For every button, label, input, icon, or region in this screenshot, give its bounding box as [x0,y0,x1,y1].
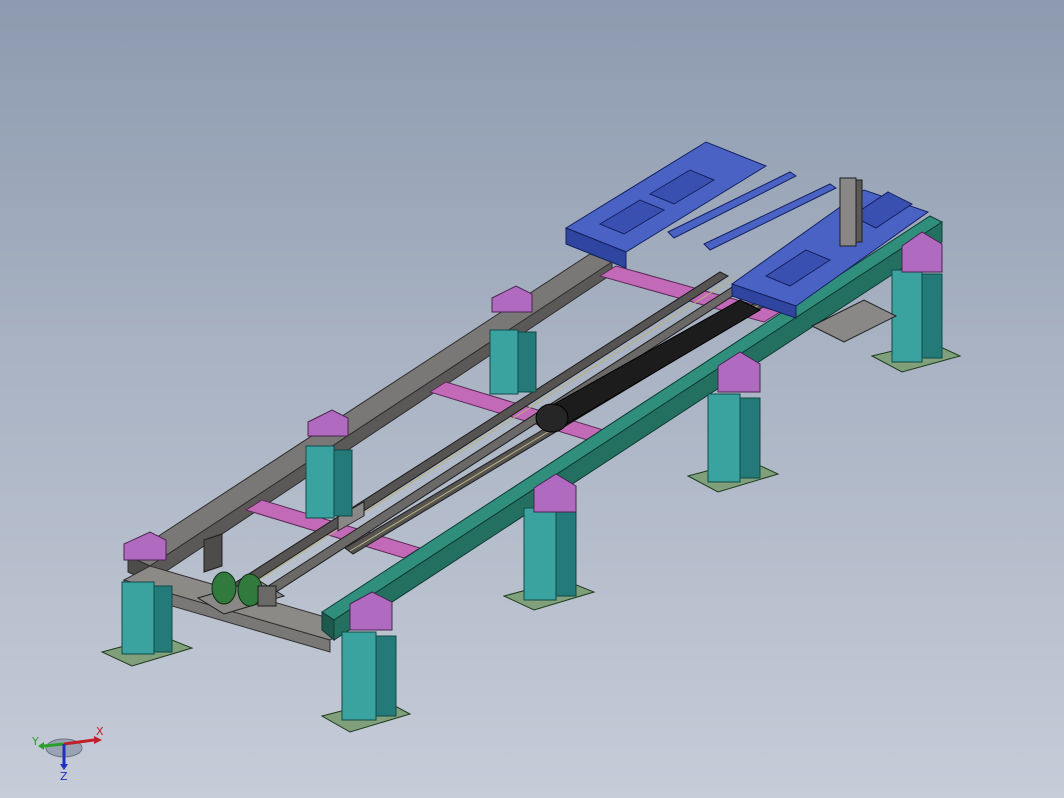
column-body [707,393,741,483]
cad-3d-viewport[interactable] [0,0,1064,798]
bracket [307,409,349,437]
y-axis-icon [43,742,65,748]
column-side [375,635,397,717]
column-body [523,507,557,601]
vertical-post[interactable] [839,177,863,247]
x-axis-label: X [96,725,104,738]
column-mid-left[interactable] [305,409,353,519]
post-side [855,179,863,243]
column-body [341,631,377,721]
drive-assembly[interactable] [196,533,286,615]
column-side [555,511,577,597]
bracket [491,285,533,313]
y-axis-label: Y [31,735,39,748]
column-upper-left[interactable] [489,285,537,395]
y-axis-arrow-icon [38,742,44,750]
blue-carriage-assembly[interactable] [564,141,930,319]
motor-housing-1[interactable] [211,571,237,605]
column-side [739,397,761,479]
bearing-block[interactable] [257,585,277,607]
post-body [839,177,857,247]
orientation-triad: X Y Z [31,725,104,782]
column-body [489,329,519,395]
column-body [121,581,155,655]
sensor-bracket[interactable] [203,533,223,573]
cable-chain-end[interactable] [535,403,569,433]
column-body [305,445,335,519]
z-axis-label: Z [60,770,68,782]
column-side [333,449,353,517]
column-side [153,585,173,653]
column-side [517,331,537,393]
column-side [921,273,943,359]
